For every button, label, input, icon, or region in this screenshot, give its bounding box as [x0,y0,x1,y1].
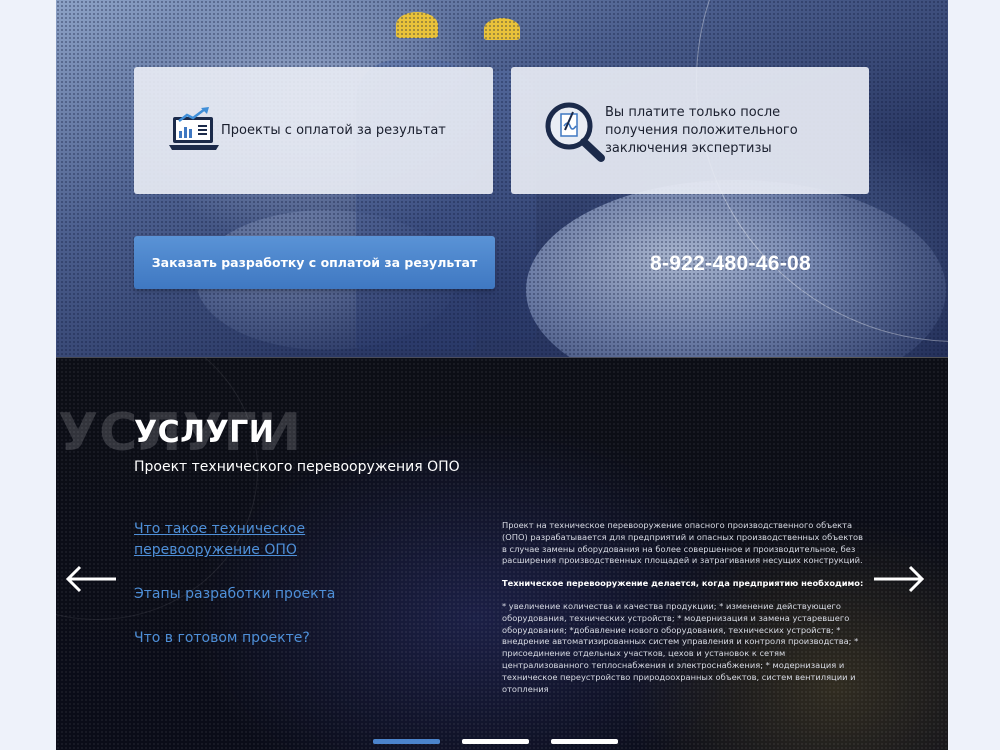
description-heading: Техническое перевооружение делается, ког… [502,578,864,589]
feature-card-text: Проекты с оплатой за результат [221,123,446,138]
service-description: Проект на техническое перевооружение опа… [502,520,870,706]
nav-link-project-stages[interactable]: Этапы разработки проекта [134,584,374,605]
page: Проекты с оплатой за результат Вы платит… [56,0,948,750]
magnifier-document-icon [545,102,605,162]
nav-link-project-contents[interactable]: Что в готовом проекте? [134,628,374,649]
nav-link-what-is-rearmament[interactable]: Что такое техническое перевооружение ОПО [134,519,354,561]
arrow-right-icon[interactable] [872,565,926,593]
section-title: УСЛУГИ [134,415,275,450]
hero-section: Проекты с оплатой за результат Вы платит… [56,0,948,357]
feature-card-text: Вы платите только после получения положи… [605,105,798,156]
slider-indicator[interactable] [462,739,529,744]
services-section: УСЛУГИ УСЛУГИ Проект технического перево… [56,357,948,750]
slider-indicator-active[interactable] [373,739,440,744]
slider-indicator[interactable] [551,739,618,744]
description-list: * увеличение количества и качества проду… [502,600,859,694]
feature-card-pay-after-expertise: Вы платите только после получения положи… [511,67,869,194]
feature-card-pay-for-result: Проекты с оплатой за результат [134,67,493,194]
laptop-chart-icon [169,107,219,150]
phone-number[interactable]: 8-922-480-46-08 [650,252,811,276]
description-intro: Проект на техническое перевооружение опа… [502,520,864,566]
order-development-button[interactable]: Заказать разработку с оплатой за результ… [134,236,495,289]
section-subtitle: Проект технического перевооружения ОПО [134,459,460,475]
arrow-left-icon[interactable] [64,565,118,593]
